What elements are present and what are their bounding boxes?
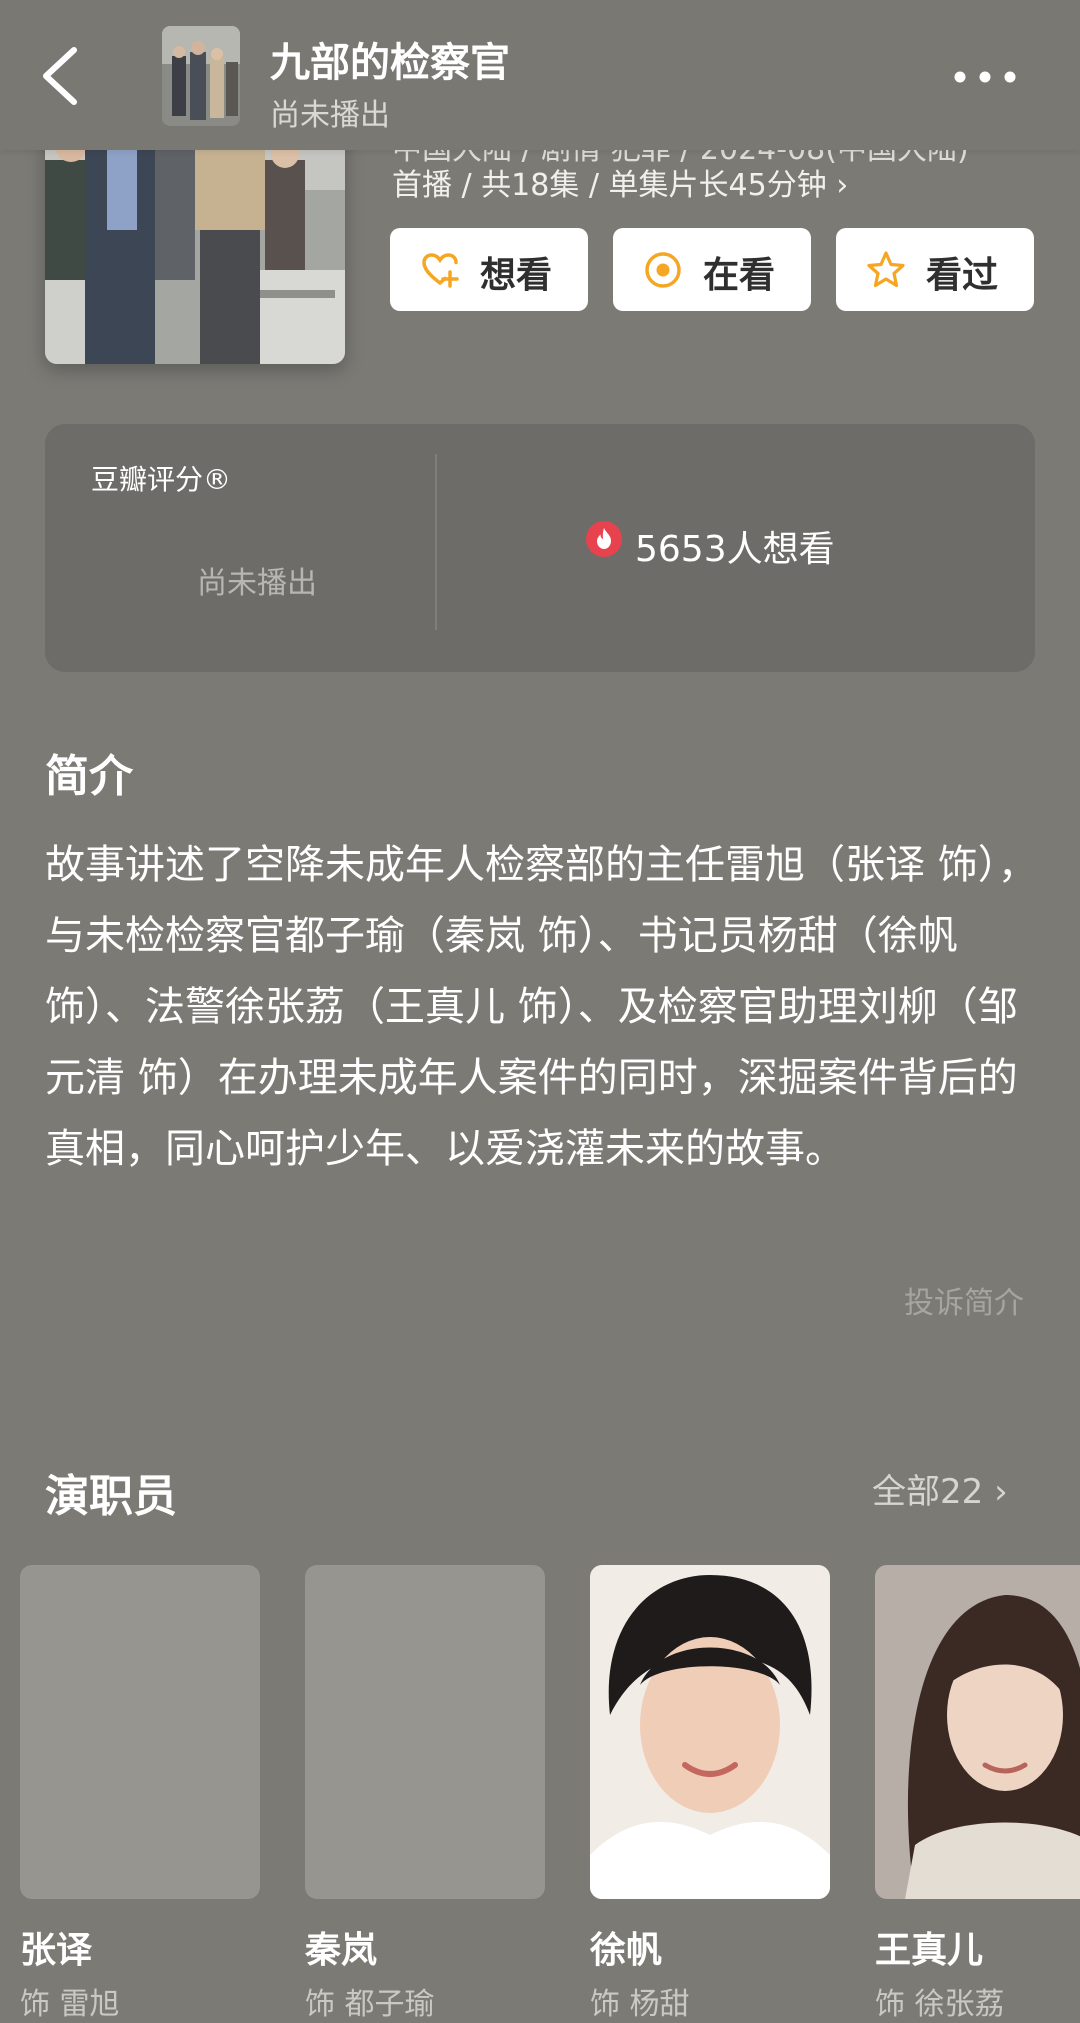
meta-info[interactable]: 首播 / 共18集 / 单集片长45分钟 ›: [392, 160, 848, 204]
cast-card[interactable]: 张译 饰 雷旭: [20, 1565, 260, 2023]
rating-status: 尚未播出: [197, 566, 317, 601]
cast-role: 饰 徐张荔: [875, 1987, 1005, 2022]
report-synopsis-link[interactable]: 投诉简介: [904, 1278, 1024, 1322]
cast-name: 张译: [20, 1930, 93, 1971]
cast-card[interactable]: 王真儿 饰 徐张荔: [875, 1565, 1080, 2023]
back-button[interactable]: [36, 40, 96, 112]
douban-rating-label: 豆瓣评分®: [91, 463, 232, 496]
watched-button[interactable]: 看过: [836, 228, 1034, 311]
show-title: 九部的检察官: [270, 40, 510, 86]
synopsis-text: 故事讲述了空降未成年人检察部的主任雷旭（张译 饰），与未检检察官都子瑜（秦岚 饰…: [45, 842, 1038, 1172]
fire-icon: [586, 521, 622, 557]
more-button[interactable]: [950, 52, 1020, 102]
cast-name: 徐帆: [590, 1930, 663, 1971]
cast-photo: [875, 1565, 1080, 1899]
cast-name: 秦岚: [305, 1930, 378, 1971]
cast-photo: [590, 1565, 830, 1899]
header-poster-thumbnail: [162, 26, 240, 126]
cast-title: 演职员: [45, 1471, 177, 1522]
cast-role: 饰 杨甜: [590, 1987, 690, 2022]
watched-label: 看过: [926, 255, 999, 296]
show-status: 尚未播出: [270, 98, 390, 133]
want-count: 5653人想看: [635, 529, 835, 570]
cast-photo-placeholder: [305, 1565, 545, 1899]
cast-name: 王真儿: [875, 1930, 984, 1971]
cast-photo-placeholder: [20, 1565, 260, 1899]
rating-divider: [435, 454, 437, 630]
cast-role: 饰 雷旭: [20, 1987, 120, 2022]
cast-role: 饰 都子瑜: [305, 1987, 435, 2022]
want-to-watch-label: 想看: [480, 255, 553, 296]
heart-plus-icon: [422, 253, 459, 288]
poster-image[interactable]: [45, 120, 345, 364]
target-icon: [645, 252, 681, 288]
all-cast-link[interactable]: 全部22 ›: [872, 1464, 1008, 1513]
synopsis-title: 简介: [45, 751, 133, 802]
cast-card[interactable]: 徐帆 饰 杨甜: [590, 1565, 830, 2023]
star-icon: [867, 251, 905, 288]
top-bar: 九部的检察官 尚未播出: [0, 0, 1080, 150]
watching-label: 在看: [703, 255, 776, 296]
cast-card[interactable]: 秦岚 饰 都子瑜: [305, 1565, 545, 2023]
chevron-left-icon: [43, 47, 77, 105]
watching-button[interactable]: 在看: [613, 228, 811, 311]
rating-card[interactable]: 豆瓣评分® 尚未播出 5653人想看: [45, 424, 1035, 672]
want-to-watch-button[interactable]: 想看: [390, 228, 588, 311]
more-dots-icon: [954, 71, 1016, 83]
